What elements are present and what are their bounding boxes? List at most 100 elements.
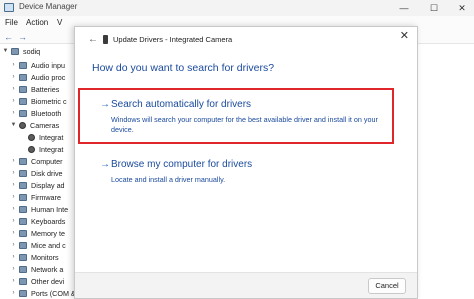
tree-item-human-interface[interactable]: › Human Inte (10, 203, 69, 215)
dialog-close-button[interactable]: ✕ (400, 29, 409, 42)
chevron-right-icon[interactable]: › (10, 266, 17, 272)
tree-label: Cameras (30, 120, 60, 130)
tree-label: Mice and c (31, 240, 66, 250)
tree-root[interactable]: ▼ sodiq (2, 45, 41, 57)
dialog-footer: Cancel (75, 272, 417, 298)
window-close-button[interactable]: ✕ (456, 2, 468, 14)
tree-item-other-devices[interactable]: › Other devi (10, 275, 65, 287)
chevron-right-icon[interactable]: › (10, 194, 17, 200)
audio-icon (19, 73, 27, 81)
tree-item-display-adapters[interactable]: › Display ad (10, 179, 65, 191)
fingerprint-icon (19, 97, 27, 105)
cancel-button[interactable]: Cancel (368, 278, 406, 294)
chevron-right-icon[interactable]: › (10, 110, 17, 116)
tree-item-mice[interactable]: › Mice and c (10, 239, 66, 251)
tree-label: Integrat (39, 144, 64, 154)
tree-item-integrated-camera-1[interactable]: Integrat (26, 131, 63, 143)
tree-label: Audio proc (31, 72, 66, 82)
monitor-icon (19, 253, 27, 261)
tree-label: Human Inte (31, 204, 69, 214)
minimize-button[interactable]: — (398, 2, 410, 14)
chevron-down-icon[interactable]: ▼ (2, 48, 9, 54)
tree-item-monitors[interactable]: › Monitors (10, 251, 59, 263)
camera-icon (28, 133, 35, 141)
chevron-right-icon[interactable]: › (10, 62, 17, 68)
tree-item-keyboards[interactable]: › Keyboards (10, 215, 66, 227)
tree-item-memory[interactable]: › Memory te (10, 227, 65, 239)
chevron-right-icon[interactable]: › (10, 278, 17, 284)
device-manager-titlebar: Device Manager — ☐ ✕ (0, 0, 474, 16)
chip-icon (19, 193, 27, 201)
keyboard-icon (19, 217, 27, 225)
browse-computer-title: Browse my computer for drivers (111, 159, 253, 170)
tree-label: sodiq (23, 46, 41, 56)
menu-action[interactable]: Action (26, 18, 48, 27)
tree-item-integrated-camera-2[interactable]: Integrat (26, 143, 63, 155)
display-icon (19, 181, 27, 189)
tree-label: Audio inpu (31, 60, 65, 70)
dialog-back-button[interactable]: ← (88, 34, 98, 45)
toolbar-back-icon[interactable]: ← (4, 32, 13, 42)
tree-label: Monitors (31, 252, 59, 262)
tree-label: Memory te (31, 228, 65, 238)
memory-icon (19, 229, 27, 237)
disk-icon (19, 169, 27, 177)
tree-item-computer[interactable]: › Computer (10, 155, 63, 167)
tree-item-biometric[interactable]: › Biometric c (10, 95, 67, 107)
chevron-right-icon[interactable]: › (10, 170, 17, 176)
tree-label: Integrat (39, 132, 64, 142)
toolbar-forward-icon[interactable]: → (18, 32, 27, 42)
chevron-right-icon[interactable]: › (10, 206, 17, 212)
chevron-right-icon[interactable]: › (10, 290, 17, 296)
mouse-icon (19, 241, 27, 249)
highlight-annotation-box (78, 88, 394, 144)
tree-label: Batteries (31, 84, 60, 94)
bluetooth-icon (19, 109, 27, 117)
tree-item-disk-drives[interactable]: › Disk drive (10, 167, 63, 179)
tree-item-audio-processing[interactable]: › Audio proc (10, 71, 66, 83)
browse-computer-description: Locate and install a driver manually. (111, 175, 226, 184)
chevron-right-icon[interactable]: › (10, 242, 17, 248)
camera-icon (19, 121, 26, 129)
tree-label: Other devi (31, 276, 65, 286)
browse-computer-option[interactable]: → Browse my computer for drivers Locate … (100, 159, 390, 189)
chevron-right-icon[interactable]: › (10, 86, 17, 92)
tree-label: Display ad (31, 180, 65, 190)
tree-label: Firmware (31, 192, 61, 202)
maximize-button[interactable]: ☐ (428, 2, 440, 14)
dialog-heading: How do you want to search for drivers? (92, 62, 275, 74)
dialog-title: Update Drivers - Integrated Camera (113, 35, 233, 44)
computer-icon (11, 47, 19, 55)
chevron-right-icon[interactable]: › (10, 182, 17, 188)
camera-device-icon (103, 35, 108, 44)
update-drivers-dialog: ✕ ← Update Drivers - Integrated Camera H… (74, 26, 418, 299)
tree-item-audio-inputs[interactable]: › Audio inpu (10, 59, 65, 71)
tree-item-firmware[interactable]: › Firmware (10, 191, 61, 203)
hid-icon (19, 205, 27, 213)
tree-item-batteries[interactable]: › Batteries (10, 83, 60, 95)
audio-icon (19, 61, 27, 69)
chevron-right-icon[interactable]: › (10, 230, 17, 236)
device-manager-icon (4, 3, 14, 12)
tree-item-cameras[interactable]: ▼ Cameras (10, 119, 60, 131)
menu-view[interactable]: V (57, 18, 62, 27)
chevron-right-icon[interactable]: › (10, 98, 17, 104)
tree-label: Biometric c (31, 96, 67, 106)
computer-icon (19, 157, 27, 165)
menu-file[interactable]: File (5, 18, 18, 27)
network-icon (19, 265, 27, 273)
tree-label: Computer (31, 156, 63, 166)
tree-label: Network a (31, 264, 64, 274)
chevron-right-icon[interactable]: › (10, 158, 17, 164)
chevron-right-icon[interactable]: › (10, 254, 17, 260)
chevron-down-icon[interactable]: ▼ (10, 122, 17, 128)
window-title: Device Manager (19, 2, 78, 11)
tree-label: Bluetooth (31, 108, 62, 118)
chevron-right-icon[interactable]: › (10, 74, 17, 80)
tree-item-bluetooth[interactable]: › Bluetooth (10, 107, 62, 119)
tree-item-network-adapters[interactable]: › Network a (10, 263, 64, 275)
camera-icon (28, 145, 35, 153)
arrow-right-icon: → (100, 159, 110, 170)
battery-icon (19, 85, 27, 93)
chevron-right-icon[interactable]: › (10, 218, 17, 224)
